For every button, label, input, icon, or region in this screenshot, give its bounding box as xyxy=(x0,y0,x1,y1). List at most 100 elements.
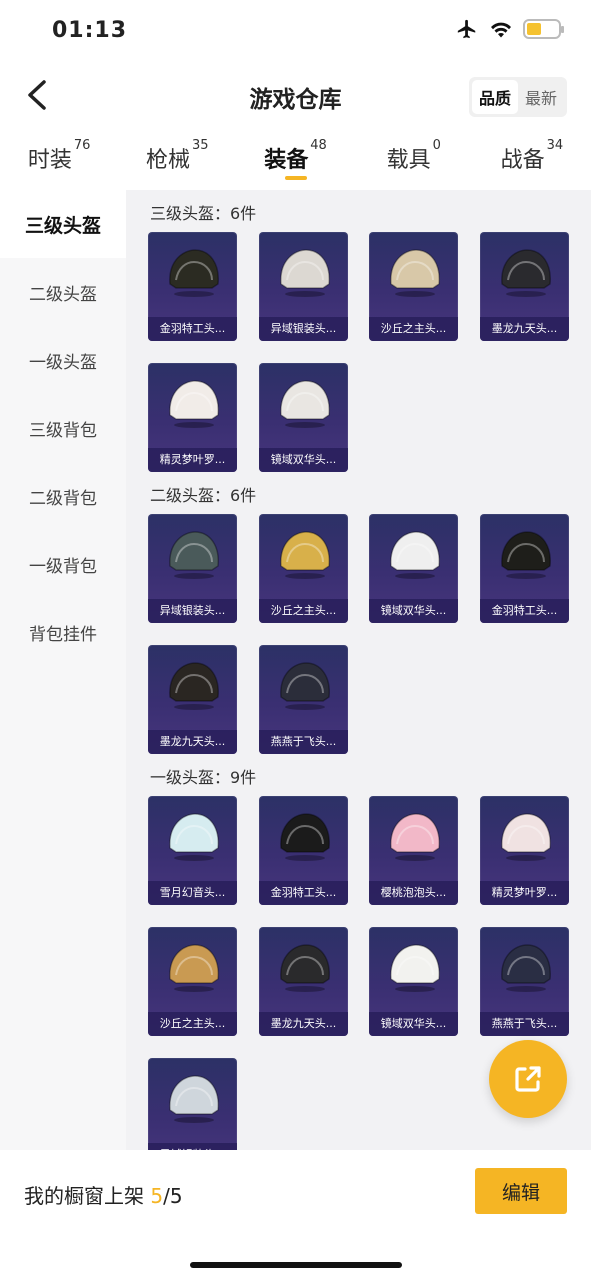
item-card[interactable]: 金羽特工头... xyxy=(148,232,237,341)
wifi-icon xyxy=(491,22,511,38)
item-card[interactable]: 墨龙九天头... xyxy=(148,645,237,754)
item-card[interactable]: 樱桃泡泡头... xyxy=(369,796,458,905)
item-name: 镜域双华头... xyxy=(369,599,458,623)
item-name: 樱桃泡泡头... xyxy=(369,881,458,905)
item-name: 墨龙九天头... xyxy=(480,317,569,341)
section-title: 三级头盔：6件 xyxy=(150,204,257,223)
item-name: 雪月幻音头... xyxy=(148,881,237,905)
helmet-icon xyxy=(390,249,440,297)
item-card[interactable]: 墨龙九天头... xyxy=(259,927,348,1036)
tab-count: 76 xyxy=(73,138,91,153)
item-name: 精灵梦叶罗... xyxy=(148,448,237,472)
item-name: 镜域双华头... xyxy=(369,1012,458,1036)
item-card[interactable]: 金羽特工头... xyxy=(259,796,348,905)
showcase-total: /5 xyxy=(163,1184,183,1208)
helmet-icon xyxy=(501,813,551,861)
tab-equipment[interactable]: 装备48 xyxy=(236,128,354,188)
helmet-icon xyxy=(501,531,551,579)
item-card[interactable]: 镜域双华头... xyxy=(369,514,458,623)
helmet-icon xyxy=(390,813,440,861)
item-card[interactable]: 精灵梦叶罗... xyxy=(480,796,569,905)
share-button[interactable] xyxy=(489,1040,567,1118)
helmet-icon xyxy=(169,380,219,428)
sidebar-item-level1-helmet[interactable]: 一级头盔 xyxy=(0,326,126,394)
sidebar-item-level2-backpack[interactable]: 二级背包 xyxy=(0,462,126,530)
content-area: 三级头盔 二级头盔 一级头盔 三级背包 二级背包 一级背包 背包挂件 三级头盔：… xyxy=(0,190,591,1150)
item-name: 墨龙九天头... xyxy=(148,730,237,754)
helmet-icon xyxy=(390,944,440,992)
helmet-icon xyxy=(169,1075,219,1123)
showcase-status: 我的橱窗上架 5/5 xyxy=(24,1180,183,1209)
item-name: 燕燕于飞头... xyxy=(480,1012,569,1036)
helmet-icon xyxy=(280,380,330,428)
item-card[interactable]: 燕燕于飞头... xyxy=(480,927,569,1036)
item-name: 精灵梦叶罗... xyxy=(480,881,569,905)
helmet-icon xyxy=(280,944,330,992)
item-grid-area: 三级头盔：6件金羽特工头... 异域银装头... 沙丘之主头... 墨龙九天头... 精… xyxy=(126,190,591,1150)
item-card[interactable]: 异域银装头... xyxy=(148,514,237,623)
item-name: 墨龙九天头... xyxy=(259,1012,348,1036)
warehouse-screen: 01:13 游戏仓库 品质 最新 时装76 枪械35 装备48 载具0 战备34… xyxy=(0,0,591,1280)
section-title: 一级头盔：9件 xyxy=(150,768,257,787)
sidebar-item-backpack-charm[interactable]: 背包挂件 xyxy=(0,598,126,666)
helmet-icon xyxy=(280,813,330,861)
item-name: 燕燕于飞头... xyxy=(259,730,348,754)
section-title: 二级头盔：6件 xyxy=(150,486,257,505)
item-name: 异域银装头... xyxy=(148,1143,237,1150)
tab-fashion[interactable]: 时装76 xyxy=(0,128,118,188)
item-card[interactable]: 镜域双华头... xyxy=(259,363,348,472)
item-card[interactable]: 沙丘之主头... xyxy=(369,232,458,341)
item-card[interactable]: 墨龙九天头... xyxy=(480,232,569,341)
item-card[interactable]: 沙丘之主头... xyxy=(148,927,237,1036)
item-name: 异域银装头... xyxy=(148,599,237,623)
item-card[interactable]: 异域银装头... xyxy=(148,1058,237,1150)
share-icon xyxy=(515,1066,541,1092)
item-card[interactable]: 金羽特工头... xyxy=(480,514,569,623)
tab-vehicles[interactable]: 载具0 xyxy=(355,128,473,188)
item-name: 沙丘之主头... xyxy=(148,1012,237,1036)
helmet-icon xyxy=(501,249,551,297)
helmet-icon xyxy=(390,531,440,579)
item-card[interactable]: 沙丘之主头... xyxy=(259,514,348,623)
sidebar-item-level1-backpack[interactable]: 一级背包 xyxy=(0,530,126,598)
helmet-icon xyxy=(169,662,219,710)
item-card[interactable]: 异域银装头... xyxy=(259,232,348,341)
helmet-icon xyxy=(280,249,330,297)
tab-label: 装备 xyxy=(264,148,309,173)
tab-weapons[interactable]: 枪械35 xyxy=(118,128,236,188)
tab-count: 48 xyxy=(310,138,327,153)
edit-button[interactable]: 编辑 xyxy=(475,1168,567,1214)
sort-latest-button[interactable]: 最新 xyxy=(518,80,564,114)
tab-label: 载具 xyxy=(386,148,431,173)
item-name: 金羽特工头... xyxy=(259,881,348,905)
tab-label: 时装 xyxy=(27,148,72,173)
helmet-icon xyxy=(169,531,219,579)
bottom-bar: 我的橱窗上架 5/5 编辑 xyxy=(0,1150,591,1280)
nav-bar: 游戏仓库 品质 最新 xyxy=(0,64,591,126)
tab-label: 枪械 xyxy=(146,148,191,173)
sidebar: 三级头盔 二级头盔 一级头盔 三级背包 二级背包 一级背包 背包挂件 xyxy=(0,190,126,1150)
item-card[interactable]: 燕燕于飞头... xyxy=(259,645,348,754)
tab-supplies[interactable]: 战备34 xyxy=(473,128,591,188)
item-name: 异域银装头... xyxy=(259,317,348,341)
helmet-icon xyxy=(169,249,219,297)
tab-count: 35 xyxy=(192,138,209,153)
battery-icon xyxy=(523,19,564,39)
item-name: 金羽特工头... xyxy=(148,317,237,341)
home-indicator xyxy=(190,1262,402,1268)
helmet-icon xyxy=(169,944,219,992)
sort-quality-button[interactable]: 品质 xyxy=(471,80,518,114)
sort-toggle: 品质 最新 xyxy=(468,77,567,117)
status-icons xyxy=(455,18,564,40)
sidebar-item-level3-backpack[interactable]: 三级背包 xyxy=(0,394,126,462)
item-card[interactable]: 雪月幻音头... xyxy=(148,796,237,905)
tab-active-indicator xyxy=(284,176,307,180)
sidebar-item-level2-helmet[interactable]: 二级头盔 xyxy=(0,258,126,326)
item-name: 沙丘之主头... xyxy=(259,599,348,623)
category-tabs: 时装76 枪械35 装备48 载具0 战备34 xyxy=(0,128,591,188)
item-card[interactable]: 精灵梦叶罗... xyxy=(148,363,237,472)
tab-label: 战备 xyxy=(500,148,545,173)
item-card[interactable]: 镜域双华头... xyxy=(369,927,458,1036)
helmet-icon xyxy=(280,531,330,579)
sidebar-item-level3-helmet[interactable]: 三级头盔 xyxy=(0,190,126,258)
